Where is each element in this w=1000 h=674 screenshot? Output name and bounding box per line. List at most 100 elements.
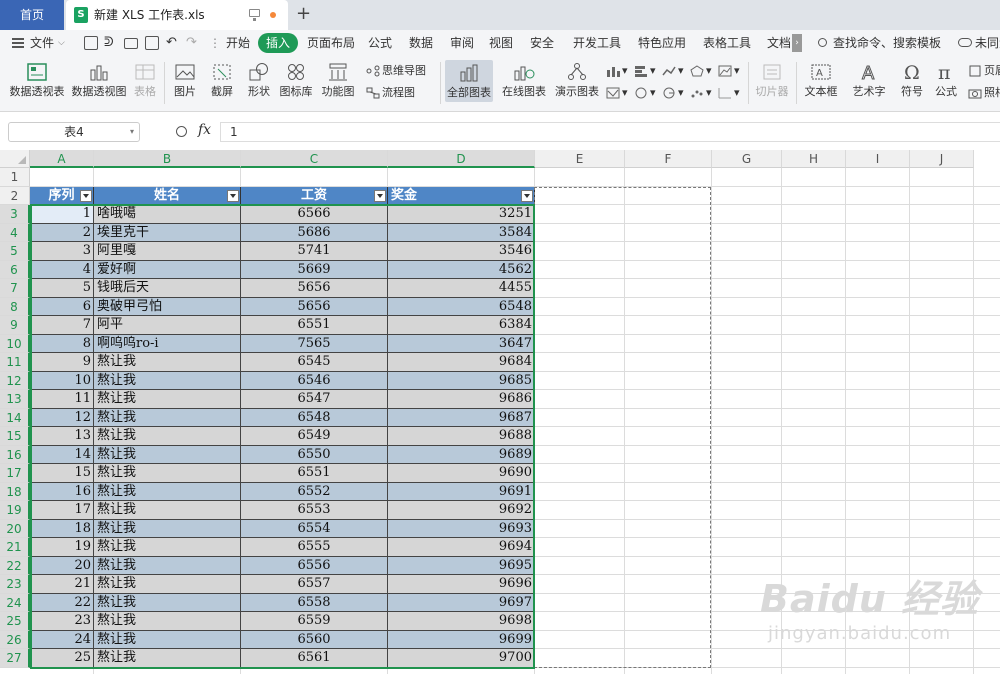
mindmap-button[interactable]: 思维导图	[366, 64, 426, 78]
table-cell-salary[interactable]: 6559	[241, 612, 388, 631]
pivot-table-button[interactable]: 数据透视表	[8, 62, 66, 99]
table-cell-name[interactable]: 埃里克干	[94, 223, 241, 242]
combo-chart-menu[interactable]: ▾	[718, 86, 740, 100]
table-cell-salary[interactable]: 5686	[241, 223, 388, 242]
hamburger-menu-icon[interactable]	[12, 38, 24, 48]
column-header-g[interactable]: G	[712, 150, 782, 168]
row-header-8[interactable]: 8	[0, 297, 30, 316]
column-header-b[interactable]: B	[94, 150, 241, 168]
table-cell-salary[interactable]: 6549	[241, 427, 388, 446]
table-cell-seq[interactable]: 20	[30, 556, 94, 575]
flowchart-button[interactable]: 流程图	[366, 86, 415, 100]
table-cell-name[interactable]: 啊呜呜ro-i	[94, 334, 241, 353]
table-cell-salary[interactable]: 6554	[241, 519, 388, 538]
table-cell-salary[interactable]: 6547	[241, 390, 388, 409]
table-cell-salary[interactable]: 5656	[241, 297, 388, 316]
table-cell-seq[interactable]: 17	[30, 501, 94, 520]
menu-data[interactable]: 数据	[409, 30, 433, 56]
row-header-4[interactable]: 4	[0, 223, 30, 242]
table-cell-name[interactable]: 熬让我	[94, 427, 241, 446]
table-cell-bonus[interactable]: 3647	[388, 334, 535, 353]
menu-security[interactable]: 安全	[530, 30, 554, 56]
table-cell-seq[interactable]: 8	[30, 334, 94, 353]
row-header-2[interactable]: 2	[0, 186, 30, 205]
zoom-icon[interactable]	[176, 126, 187, 137]
pivot-chart-button[interactable]: 数据透视图	[70, 62, 128, 99]
symbol-button[interactable]: Ω 符号	[896, 62, 928, 99]
row-header-19[interactable]: 19	[0, 501, 30, 520]
column-header-a[interactable]: A	[30, 150, 94, 168]
row-header-25[interactable]: 25	[0, 612, 30, 631]
table-cell-name[interactable]: 熬让我	[94, 649, 241, 668]
shape-button[interactable]: 形状	[242, 62, 276, 99]
table-cell-seq[interactable]: 15	[30, 464, 94, 483]
row-header-9[interactable]: 9	[0, 316, 30, 335]
tab-home[interactable]: 首页	[0, 0, 64, 30]
function-chart-button[interactable]: 功能图	[318, 62, 358, 99]
table-cell-name[interactable]: 钱哦后天	[94, 279, 241, 298]
table-cell-seq[interactable]: 19	[30, 538, 94, 557]
table-cell-salary[interactable]: 6566	[241, 205, 388, 224]
textbox-button[interactable]: A 文本框	[800, 62, 842, 99]
table-cell-salary[interactable]: 7565	[241, 334, 388, 353]
table-cell-seq[interactable]: 1	[30, 205, 94, 224]
icon-library-button[interactable]: 图标库	[279, 62, 313, 99]
row-header-17[interactable]: 17	[0, 464, 30, 483]
table-cell-bonus[interactable]: 3546	[388, 242, 535, 261]
table-cell-salary[interactable]: 6555	[241, 538, 388, 557]
table-cell-seq[interactable]: 5	[30, 279, 94, 298]
table-cell-salary[interactable]: 6551	[241, 316, 388, 335]
radar-chart-menu[interactable]: ▾	[690, 64, 712, 78]
table-cell-salary[interactable]: 6560	[241, 630, 388, 649]
menu-file[interactable]: 文件	[30, 30, 54, 56]
table-cell-bonus[interactable]: 9688	[388, 427, 535, 446]
picture-button[interactable]: 图片	[168, 62, 202, 99]
sync-status[interactable]: 未同步	[975, 30, 1000, 56]
table-cell-bonus[interactable]: 9694	[388, 538, 535, 557]
table-header-cell[interactable]: 工资	[241, 186, 388, 205]
filter-dropdown-icon[interactable]	[521, 189, 533, 202]
table-header-cell[interactable]: 奖金	[388, 186, 535, 205]
slicer-button[interactable]: 切片器	[752, 62, 792, 99]
table-cell-bonus[interactable]: 9686	[388, 390, 535, 409]
all-charts-button[interactable]: 全部图表	[445, 60, 493, 102]
table-cell-bonus[interactable]: 6548	[388, 297, 535, 316]
menu-developer[interactable]: 开发工具	[573, 30, 621, 56]
row-header-16[interactable]: 16	[0, 445, 30, 464]
table-cell-salary[interactable]: 6561	[241, 649, 388, 668]
wordart-button[interactable]: A 艺术字	[848, 62, 890, 99]
table-cell-name[interactable]: 爱好啊	[94, 260, 241, 279]
filter-dropdown-icon[interactable]	[374, 189, 386, 202]
print-preview-icon[interactable]	[145, 36, 159, 50]
table-cell-seq[interactable]: 21	[30, 575, 94, 594]
table-cell-salary[interactable]: 6558	[241, 593, 388, 612]
table-cell-salary[interactable]: 6556	[241, 556, 388, 575]
new-tab-button[interactable]: +	[296, 0, 311, 28]
scatter-chart-menu[interactable]: ▾	[606, 86, 628, 100]
cloud-icon[interactable]	[958, 38, 972, 47]
screenshot-button[interactable]: 截屏	[205, 62, 239, 99]
menu-document[interactable]: 文档	[767, 30, 791, 56]
table-cell-seq[interactable]: 10	[30, 371, 94, 390]
row-header-26[interactable]: 26	[0, 630, 30, 649]
more-icon[interactable]: ⋮	[209, 30, 221, 56]
row-header-21[interactable]: 21	[0, 538, 30, 557]
table-cell-seq[interactable]: 6	[30, 297, 94, 316]
menu-special[interactable]: 特色应用	[638, 30, 686, 56]
table-cell-salary[interactable]: 6552	[241, 482, 388, 501]
table-cell-bonus[interactable]: 9690	[388, 464, 535, 483]
table-cell-salary[interactable]: 5656	[241, 279, 388, 298]
line-chart-menu[interactable]: ▾	[662, 64, 684, 78]
table-cell-bonus[interactable]: 4455	[388, 279, 535, 298]
row-header-20[interactable]: 20	[0, 519, 30, 538]
table-cell-name[interactable]: 熬让我	[94, 501, 241, 520]
row-header-10[interactable]: 10	[0, 334, 30, 353]
row-header-23[interactable]: 23	[0, 575, 30, 594]
table-header-cell[interactable]: 姓名	[94, 186, 241, 205]
search-icon[interactable]	[818, 38, 827, 47]
table-cell-bonus[interactable]: 9697	[388, 593, 535, 612]
insert-function-button[interactable]: fx	[198, 122, 211, 138]
camera-button[interactable]: 照相	[968, 86, 1000, 100]
row-header-5[interactable]: 5	[0, 242, 30, 261]
table-cell-name[interactable]: 熬让我	[94, 464, 241, 483]
